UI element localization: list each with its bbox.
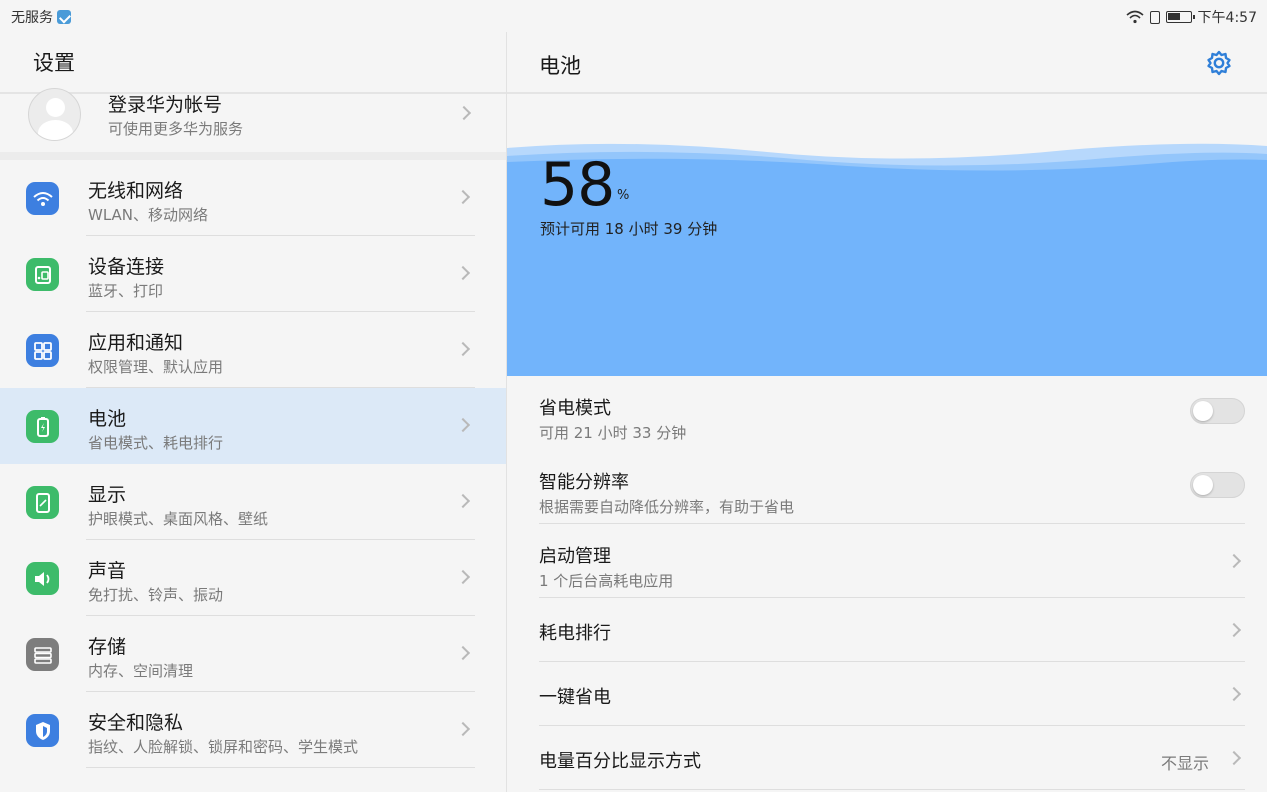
chevron-right-icon bbox=[455, 493, 471, 509]
sound-icon bbox=[26, 562, 59, 595]
battery-percent: 58 bbox=[540, 150, 615, 220]
one-tap-optimize-row[interactable]: 一键省电 bbox=[527, 662, 1245, 726]
row-title: 耗电排行 bbox=[539, 623, 611, 644]
percent-sign: % bbox=[617, 188, 630, 203]
chevron-right-icon bbox=[455, 569, 471, 585]
sidebar-item-security[interactable]: 安全和隐私 指纹、人脸解锁、锁屏和密码、学生模式 bbox=[0, 692, 506, 768]
battery-status-icon bbox=[1165, 11, 1195, 23]
display-icon bbox=[26, 486, 59, 519]
sidebar-item-sublabel: 省电模式、耗电排行 bbox=[88, 434, 224, 452]
sidebar-item-display[interactable]: 显示 护眼模式、桌面风格、壁纸 bbox=[0, 464, 506, 540]
sidebar-item-label: 应用和通知 bbox=[88, 332, 184, 354]
account-subtitle: 可使用更多华为服务 bbox=[108, 120, 244, 138]
chevron-right-icon bbox=[455, 265, 471, 281]
wifi-status-icon bbox=[1126, 10, 1144, 24]
sidebar-item-sublabel: 蓝牙、打印 bbox=[88, 282, 164, 300]
sidebar-item-sound[interactable]: 声音 免打扰、铃声、振动 bbox=[0, 540, 506, 616]
detail-header: 电池 bbox=[507, 32, 1267, 94]
chevron-right-icon bbox=[455, 189, 471, 205]
avatar bbox=[28, 88, 81, 141]
settings-list-pane: 设置 登录华为帐号 可使用更多华为服务 无线和网络 WLAN、移动网络 设备连接… bbox=[0, 32, 506, 792]
chevron-right-icon bbox=[455, 341, 471, 357]
sidebar-item-label: 无线和网络 bbox=[88, 180, 184, 202]
chevron-right-icon bbox=[1226, 686, 1242, 702]
chevron-right-icon bbox=[455, 417, 471, 433]
sidebar-item-label: 声音 bbox=[88, 560, 127, 582]
sidebar-item-label: 电池 bbox=[88, 408, 127, 430]
row-subtitle: 根据需要自动降低分辨率，有助于省电 bbox=[539, 498, 795, 516]
sidebar-item-label: 显示 bbox=[88, 484, 127, 506]
chevron-right-icon bbox=[456, 105, 472, 121]
sidebar-item-sublabel: 指纹、人脸解锁、锁屏和密码、学生模式 bbox=[88, 738, 359, 756]
sidebar-item-sublabel: 权限管理、默认应用 bbox=[88, 358, 224, 376]
power-usage-ranking-row[interactable]: 耗电排行 bbox=[527, 598, 1245, 662]
chevron-right-icon bbox=[1226, 553, 1242, 569]
sidebar-item-battery[interactable]: 电池 省电模式、耗电排行 bbox=[0, 388, 506, 464]
sidebar-item-sublabel: 护眼模式、桌面风格、壁纸 bbox=[88, 510, 269, 528]
battery-estimate: 预计可用 18 小时 39 分钟 bbox=[540, 220, 718, 238]
device-connection-icon bbox=[26, 258, 59, 291]
sidebar-item-label: 设备连接 bbox=[88, 256, 165, 278]
sidebar-item-storage[interactable]: 存储 内存、空间清理 bbox=[0, 616, 506, 692]
row-subtitle: 可用 21 小时 33 分钟 bbox=[539, 424, 687, 442]
section-divider bbox=[0, 152, 506, 160]
gear-icon[interactable] bbox=[1205, 49, 1233, 77]
row-title: 智能分辨率 bbox=[539, 472, 629, 493]
account-title: 登录华为帐号 bbox=[108, 94, 223, 116]
power-saving-toggle[interactable] bbox=[1190, 398, 1245, 424]
row-subtitle: 1 个后台高耗电应用 bbox=[539, 572, 674, 590]
row-title: 启动管理 bbox=[539, 546, 611, 567]
battery-icon bbox=[26, 410, 59, 443]
chevron-right-icon bbox=[1226, 750, 1242, 766]
shield-icon bbox=[26, 714, 59, 747]
sidebar-item-label: 安全和隐私 bbox=[88, 712, 184, 734]
clock: 下午4:57 bbox=[1197, 10, 1257, 26]
sidebar-item-sublabel: 内存、空间清理 bbox=[88, 662, 194, 680]
chevron-right-icon bbox=[455, 721, 471, 737]
sidebar-item-label: 存储 bbox=[88, 636, 127, 658]
apps-icon bbox=[26, 334, 59, 367]
startup-management-row[interactable]: 启动管理 1 个后台高耗电应用 bbox=[527, 524, 1245, 598]
chevron-right-icon bbox=[455, 645, 471, 661]
settings-title: 设置 bbox=[0, 32, 506, 94]
sim-status-icon bbox=[1149, 10, 1160, 24]
row-value: 不显示 bbox=[1160, 754, 1209, 773]
row-title: 电量百分比显示方式 bbox=[539, 751, 701, 772]
chevron-right-icon bbox=[1226, 622, 1242, 638]
smart-resolution-toggle[interactable] bbox=[1190, 472, 1245, 498]
sidebar-item-device-connection[interactable]: 设备连接 蓝牙、打印 bbox=[0, 236, 506, 312]
smart-resolution-row[interactable]: 智能分辨率 根据需要自动降低分辨率，有助于省电 bbox=[527, 450, 1245, 524]
page-title: 电池 bbox=[539, 54, 581, 78]
battery-settings-list: 省电模式 可用 21 小时 33 分钟 智能分辨率 根据需要自动降低分辨率，有助… bbox=[507, 376, 1267, 790]
sidebar-item-sublabel: WLAN、移动网络 bbox=[88, 206, 209, 224]
storage-icon bbox=[26, 638, 59, 671]
power-saving-mode-row[interactable]: 省电模式 可用 21 小时 33 分钟 bbox=[527, 376, 1245, 450]
battery-percentage-display-row[interactable]: 电量百分比显示方式 不显示 bbox=[527, 726, 1245, 790]
sidebar-item-apps[interactable]: 应用和通知 权限管理、默认应用 bbox=[0, 312, 506, 388]
battery-level-card: 58 % 预计可用 18 小时 39 分钟 bbox=[507, 138, 1267, 376]
row-title: 一键省电 bbox=[539, 687, 611, 708]
status-bar: 无服务 下午4:57 bbox=[0, 0, 1267, 32]
notification-icon bbox=[57, 10, 71, 24]
carrier-status: 无服务 bbox=[11, 10, 53, 26]
sidebar-item-wireless[interactable]: 无线和网络 WLAN、移动网络 bbox=[0, 160, 506, 236]
wave-decoration bbox=[507, 138, 1267, 178]
wifi-icon bbox=[26, 182, 59, 215]
battery-detail-pane: 电池 58 % 预计可用 18 小时 39 分钟 省电模式 可用 21 小时 3… bbox=[507, 32, 1267, 792]
sidebar-item-sublabel: 免打扰、铃声、振动 bbox=[88, 586, 224, 604]
row-title: 省电模式 bbox=[539, 398, 611, 419]
huawei-account-row[interactable]: 登录华为帐号 可使用更多华为服务 bbox=[0, 88, 506, 152]
